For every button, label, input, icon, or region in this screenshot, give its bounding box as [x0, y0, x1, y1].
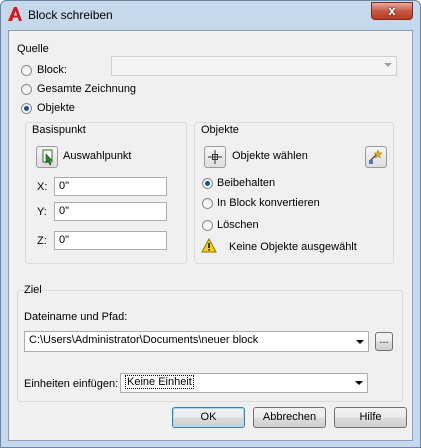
- radio-retain-label[interactable]: Beibehalten: [217, 177, 275, 189]
- select-objects-button[interactable]: [204, 146, 226, 168]
- z-label: Z:: [37, 235, 47, 247]
- radio-block[interactable]: [21, 65, 32, 76]
- quick-select-button[interactable]: [365, 146, 387, 168]
- cancel-button[interactable]: Abbrechen: [253, 407, 326, 428]
- path-value: C:\Users\Administrator\Documents\neuer b…: [29, 334, 259, 346]
- chevron-down-icon: [384, 63, 392, 67]
- radio-delete-label[interactable]: Löschen: [217, 219, 259, 231]
- z-coordinate-input[interactable]: 0": [54, 231, 167, 250]
- base-point-group-label: Basispunkt: [32, 124, 86, 136]
- dialog-title: Block schreiben: [28, 8, 113, 22]
- block-select: [111, 56, 397, 76]
- y-coordinate-input[interactable]: 0": [54, 202, 167, 221]
- warning-icon: [201, 238, 217, 253]
- source-group-label: Quelle: [17, 43, 49, 55]
- units-value: Keine Einheit: [125, 375, 194, 389]
- chevron-down-icon: [356, 340, 364, 344]
- select-objects-label[interactable]: Objekte wählen: [232, 150, 308, 162]
- no-objects-warning: Keine Objekte ausgewählt: [229, 241, 357, 253]
- objects-group-label: Objekte: [201, 124, 239, 136]
- radio-convert-to-block[interactable]: [202, 198, 213, 209]
- pick-point-label[interactable]: Auswahlpunkt: [63, 150, 132, 162]
- radio-whole-drawing-label[interactable]: Gesamte Zeichnung: [37, 83, 136, 95]
- dialog-window: Block schreiben x Quelle Block: Gesamte …: [0, 0, 421, 448]
- browse-button[interactable]: ...: [375, 332, 393, 351]
- radio-objects[interactable]: [21, 103, 32, 114]
- x-label: X:: [37, 181, 48, 193]
- radio-convert-to-block-label[interactable]: In Block konvertieren: [217, 197, 320, 209]
- chevron-down-icon: [355, 381, 363, 385]
- ok-button[interactable]: OK: [172, 407, 245, 428]
- path-label: Dateiname und Pfad:: [24, 311, 128, 323]
- dialog-body: Quelle Block: Gesamte Zeichnung Objekte …: [8, 30, 413, 441]
- quick-select-icon: [369, 149, 383, 164]
- units-label: Einheiten einfügen:: [24, 378, 119, 390]
- help-button[interactable]: Hilfe: [334, 407, 407, 428]
- units-select[interactable]: Keine Einheit: [120, 373, 368, 393]
- close-icon: x: [388, 3, 396, 18]
- radio-delete[interactable]: [202, 220, 213, 231]
- pick-point-icon: [42, 149, 53, 166]
- path-combobox[interactable]: C:\Users\Administrator\Documents\neuer b…: [24, 331, 369, 352]
- y-label: Y:: [37, 206, 47, 218]
- radio-objects-label[interactable]: Objekte: [37, 102, 75, 114]
- crosshair-icon: [208, 150, 222, 164]
- radio-whole-drawing[interactable]: [21, 84, 32, 95]
- target-group-label: Ziel: [24, 284, 42, 296]
- close-button[interactable]: x: [371, 2, 413, 20]
- pick-point-button[interactable]: [36, 146, 58, 168]
- title-bar[interactable]: Block schreiben x: [1, 1, 420, 29]
- radio-retain[interactable]: [202, 178, 213, 189]
- x-coordinate-input[interactable]: 0": [54, 177, 167, 196]
- autocad-logo-icon: [8, 7, 22, 21]
- radio-block-label[interactable]: Block:: [37, 64, 67, 76]
